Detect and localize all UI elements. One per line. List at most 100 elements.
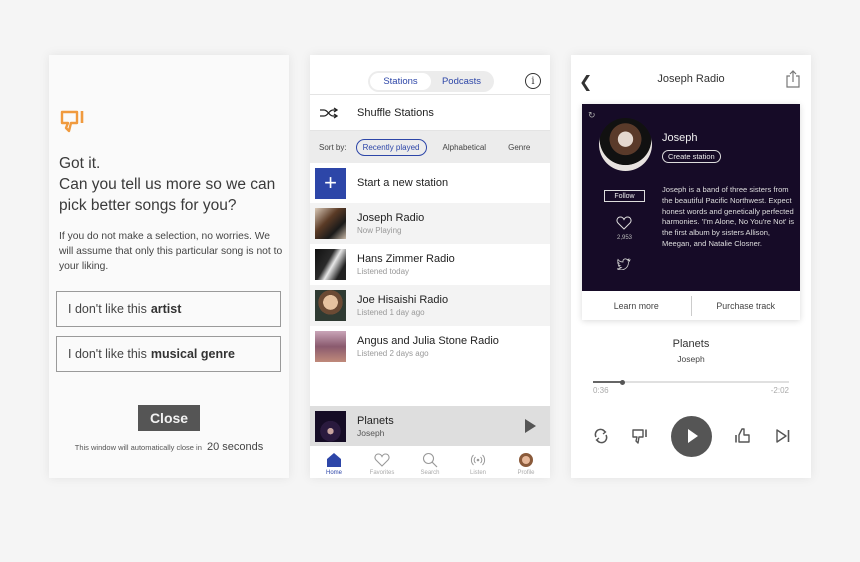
home-icon <box>327 453 341 467</box>
sort-genre[interactable]: Genre <box>502 140 536 155</box>
feedback-title-line: pick better songs for you? <box>59 197 237 214</box>
remaining-time: -2:02 <box>770 386 789 395</box>
station-item[interactable]: Angus and Julia Stone Radio Listened 2 d… <box>310 326 550 367</box>
station-name: Joseph Radio <box>357 211 425 224</box>
sort-recently-played[interactable]: Recently played <box>355 138 427 156</box>
option-bold: musical genre <box>150 347 235 361</box>
progress-slider[interactable] <box>593 379 789 385</box>
station-thumbnail <box>315 331 346 362</box>
player-header: ❮ Joseph Radio <box>571 55 811 103</box>
repeat-icon[interactable]: ↻ <box>588 110 596 121</box>
play-icon[interactable] <box>525 419 536 433</box>
album-art <box>315 410 346 442</box>
countdown-text: This window will automatically close in … <box>49 441 289 453</box>
plus-icon: + <box>315 167 346 199</box>
station-subtitle: Listened 2 days ago <box>357 348 429 358</box>
create-station-button[interactable]: Create station <box>662 150 721 163</box>
track-info: Planets Joseph <box>571 338 811 364</box>
profile-avatar <box>519 453 533 467</box>
track-artist: Joseph <box>677 354 705 364</box>
nav-label: Listen <box>469 470 486 476</box>
stations-panel: Stations Podcasts i Shuffle Stations Sor… <box>310 55 550 478</box>
nav-label: Home <box>325 470 342 476</box>
nav-favorites[interactable]: Favorites <box>358 446 406 478</box>
follow-button[interactable]: Follow <box>604 190 645 202</box>
station-name: Joe Hisaishi Radio <box>357 293 449 306</box>
nav-label: Favorites <box>369 470 395 476</box>
shuffle-icon <box>320 106 338 119</box>
nav-search[interactable]: Search <box>406 446 454 478</box>
segmented-control: Stations Podcasts <box>368 71 494 92</box>
sort-label: Sort by: <box>319 142 347 152</box>
tab-podcasts[interactable]: Podcasts <box>431 73 492 90</box>
player-title: Joseph Radio <box>657 73 725 85</box>
nav-label: Profile <box>517 470 535 476</box>
info-icon[interactable]: i <box>525 73 541 89</box>
repeat-icon[interactable] <box>593 428 609 444</box>
station-name: Angus and Julia Stone Radio <box>357 334 499 347</box>
player-panel: ❮ Joseph Radio ↻ Joseph Create station F… <box>571 55 811 478</box>
broadcast-icon <box>470 454 486 466</box>
time-labels: 0:36 -2:02 <box>593 386 789 395</box>
nav-profile[interactable]: Profile <box>502 446 550 478</box>
stations-header: Stations Podcasts i <box>310 55 550 95</box>
search-icon <box>422 452 438 468</box>
station-subtitle: Listened today <box>357 266 410 276</box>
nav-listen[interactable]: Listen <box>454 446 502 478</box>
learn-more-button[interactable]: Learn more <box>582 301 691 311</box>
new-station-row[interactable]: + Start a new station <box>310 163 550 203</box>
track-title: Planets <box>672 338 710 350</box>
artist-card: ↻ Joseph Create station Follow 2,953 Jos… <box>582 104 800 320</box>
feedback-panel: Got it. Can you tell us more so we can p… <box>49 55 289 478</box>
feedback-title: Got it. Can you tell us more so we can p… <box>59 153 284 216</box>
twitter-icon[interactable] <box>617 258 631 270</box>
heart-icon[interactable] <box>616 216 632 230</box>
artist-info: ↻ Joseph Create station Follow 2,953 Jos… <box>582 104 800 291</box>
dislike-genre-button[interactable]: I don't like this musical genre <box>56 336 281 372</box>
artist-name: Joseph <box>662 132 698 144</box>
station-item[interactable]: Joseph Radio Now Playing <box>310 203 550 244</box>
play-button[interactable] <box>671 416 712 457</box>
shuffle-label: Shuffle Stations <box>357 106 434 119</box>
option-prefix: I don't like this <box>68 302 147 316</box>
feedback-title-line: Can you tell us more so we can <box>59 176 276 193</box>
station-item[interactable]: Joe Hisaishi Radio Listened 1 day ago <box>310 285 550 326</box>
skip-next-icon[interactable] <box>775 428 791 444</box>
station-thumbnail <box>315 249 346 280</box>
sort-bar: Sort by: Recently played Alphabetical Ge… <box>310 131 550 163</box>
elapsed-time: 0:36 <box>593 386 609 395</box>
dislike-artist-button[interactable]: I don't like this artist <box>56 291 281 327</box>
tab-stations[interactable]: Stations <box>370 73 431 90</box>
shuffle-stations-row[interactable]: Shuffle Stations <box>310 95 550 131</box>
card-actions: Learn more Purchase track <box>582 291 800 320</box>
new-station-label: Start a new station <box>357 177 449 189</box>
thumbs-down-icon <box>60 110 84 133</box>
sort-alphabetical[interactable]: Alphabetical <box>437 140 493 155</box>
countdown-label: This window will automatically close in <box>74 443 202 452</box>
progress-fill <box>593 381 623 383</box>
thumbs-down-icon[interactable] <box>632 428 648 444</box>
station-thumbnail <box>315 290 346 321</box>
feedback-title-line: Got it. <box>59 155 101 172</box>
station-name: Hans Zimmer Radio <box>357 252 455 265</box>
artist-bio: Joseph is a band of three sisters from t… <box>662 185 795 248</box>
mini-player-artist: Joseph <box>357 427 385 438</box>
close-button[interactable]: Close <box>138 405 200 431</box>
mini-player-title: Planets <box>357 414 394 427</box>
station-thumbnail <box>315 208 346 239</box>
countdown-value: 20 seconds <box>206 441 264 453</box>
thumbs-up-icon[interactable] <box>734 428 750 444</box>
station-subtitle: Now Playing <box>357 225 402 235</box>
feedback-description: If you do not make a selection, no worri… <box>59 231 283 272</box>
mini-player[interactable]: Planets Joseph <box>310 406 550 446</box>
station-subtitle: Listened 1 day ago <box>357 307 425 317</box>
progress-knob[interactable] <box>620 379 626 385</box>
option-bold: artist <box>150 302 182 316</box>
nav-home[interactable]: Home <box>310 446 358 478</box>
artist-avatar <box>599 118 652 171</box>
share-icon[interactable] <box>786 70 800 88</box>
playback-controls <box>571 416 811 457</box>
station-item[interactable]: Hans Zimmer Radio Listened today <box>310 244 550 285</box>
purchase-track-button[interactable]: Purchase track <box>692 301 801 311</box>
nav-label: Search <box>420 470 440 476</box>
